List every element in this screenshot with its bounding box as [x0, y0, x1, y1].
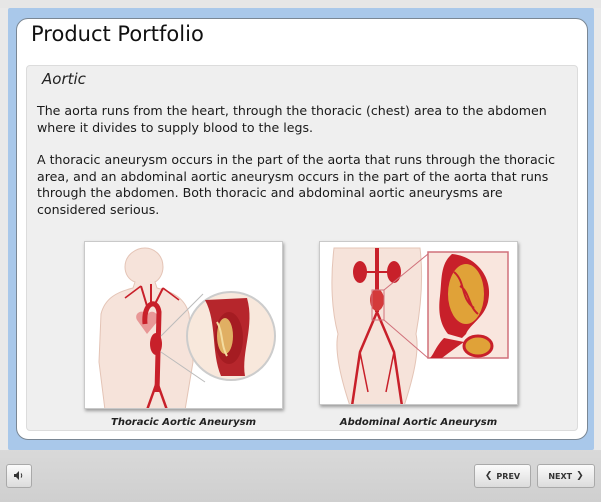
- prev-label: PREV: [496, 471, 521, 481]
- paragraph-aneurysm: A thoracic aneurysm occurs in the part o…: [37, 152, 556, 217]
- next-label: NEXT: [548, 471, 573, 481]
- caption-abdominal: Abdominal Aortic Aneurysm: [339, 417, 498, 428]
- page-title: Product Portfolio: [31, 22, 204, 46]
- resources-link[interactable]: ▔▔▔▔▔: [570, 0, 593, 3]
- abdominal-aneurysm-image: [319, 241, 518, 405]
- slide-card: Product Portfolio Aortic The aorta runs …: [16, 18, 588, 440]
- abdominal-illustration: [331, 247, 509, 404]
- paragraph-aorta: The aorta runs from the heart, through t…: [37, 103, 547, 135]
- top-strip: ▔▔▔▔▔: [0, 0, 601, 8]
- caption-thoracic: Thoracic Aortic Aneurysm: [111, 417, 256, 428]
- chevron-right-icon: ❯: [576, 470, 584, 481]
- audio-button[interactable]: [6, 464, 32, 488]
- thoracic-aneurysm-image: [84, 241, 283, 409]
- navigation-bar: ❮ PREV NEXT ❯: [0, 450, 601, 502]
- speaker-icon: [13, 470, 25, 483]
- section-title: Aortic: [42, 70, 86, 88]
- next-button[interactable]: NEXT ❯: [537, 464, 595, 488]
- thoracic-illustration: [98, 247, 276, 408]
- content-panel: Aortic The aorta runs from the heart, th…: [26, 65, 578, 431]
- chevron-left-icon: ❮: [484, 470, 493, 481]
- prev-button[interactable]: ❮ PREV: [474, 464, 531, 488]
